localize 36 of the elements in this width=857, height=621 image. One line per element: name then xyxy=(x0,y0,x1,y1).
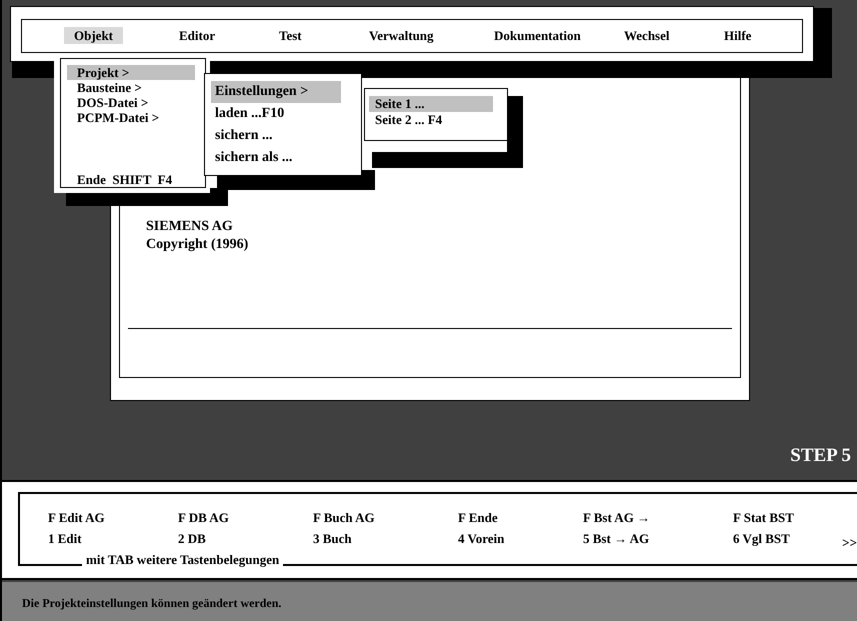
menu-bar-item[interactable]: Dokumentation xyxy=(484,27,591,44)
function-key-label[interactable]: 3 Buch xyxy=(313,531,458,546)
menu-item[interactable]: sichern als ... xyxy=(211,147,341,169)
menu-item[interactable]: Seite 2 ... F4 xyxy=(369,112,493,128)
function-key-label[interactable]: 1 Edit xyxy=(48,531,178,546)
menu-item[interactable]: Seite 1 ... xyxy=(369,96,493,112)
menu-item[interactable]: DOS-Datei > xyxy=(67,95,195,110)
function-key-label[interactable]: F Bst AG → xyxy=(583,510,733,525)
status-bar: Die Projekteinstellungen können geändert werden. xyxy=(2,582,857,621)
menu-bar-item[interactable]: Test xyxy=(269,27,312,44)
legend-text: mit TAB weitere Tastenbelegungen xyxy=(82,553,284,567)
menu-bar-item[interactable]: Hilfe xyxy=(714,27,762,44)
menu-item[interactable]: laden ...F10 xyxy=(211,103,341,125)
function-key-label[interactable]: F Buch AG xyxy=(313,510,458,525)
menu-item[interactable]: Einstellungen > xyxy=(211,81,341,103)
menu-item[interactable]: sichern ... xyxy=(211,125,341,147)
menu-bar-item[interactable]: Objekt xyxy=(64,27,123,44)
info-text: SIEMENS AG xyxy=(146,218,234,236)
function-key-label[interactable]: 5 Bst → AG xyxy=(583,531,733,546)
function-key-label[interactable]: 4 Vorein xyxy=(458,531,583,546)
menu-bar-item[interactable]: Verwaltung xyxy=(359,27,444,44)
menu-item[interactable]: Projekt > xyxy=(67,65,195,80)
menu-bar-item[interactable]: Wechsel xyxy=(614,27,680,44)
menu-bar-item[interactable]: Editor xyxy=(169,27,226,44)
function-key-label[interactable]: F Edit AG xyxy=(48,510,178,525)
function-key-label[interactable]: F Stat BST xyxy=(733,510,823,525)
menu-item[interactable]: Ende SHIFT F4 xyxy=(67,172,195,187)
more-keys-indicator[interactable]: >> xyxy=(842,533,857,552)
info-text: Copyright (1996) xyxy=(146,236,248,254)
menu-item[interactable]: PCPM-Datei > xyxy=(67,110,195,125)
function-key-label[interactable]: 6 Vgl BST xyxy=(733,531,823,546)
function-key-label[interactable]: F Ende xyxy=(458,510,583,525)
function-key-label[interactable]: F DB AG xyxy=(178,510,313,525)
menu-item[interactable]: Bausteine > xyxy=(67,80,195,95)
product-title: STEP 5 xyxy=(790,444,851,468)
function-key-label[interactable]: 2 DB xyxy=(178,531,313,546)
